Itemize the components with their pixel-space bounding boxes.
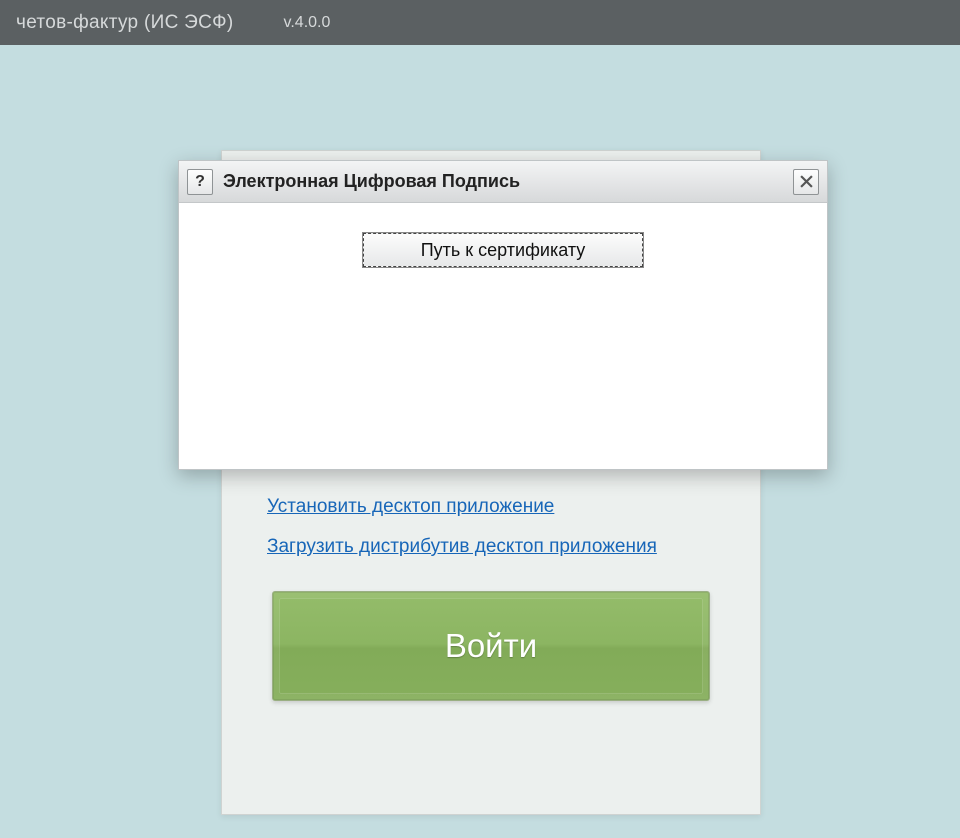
download-desktop-link[interactable]: Загрузить дистрибутив десктоп приложения <box>267 536 657 558</box>
dialog-title: Электронная Цифровая Подпись <box>223 171 783 192</box>
topbar: четов-фактур (ИС ЭСФ) v.4.0.0 <box>0 0 960 45</box>
help-icon: ? <box>195 173 205 191</box>
install-desktop-link[interactable]: Установить десктоп приложение <box>267 496 657 518</box>
certificate-path-label: Путь к сертификату <box>421 240 586 261</box>
dialog-titlebar[interactable]: ? Электронная Цифровая Подпись <box>179 161 827 203</box>
login-button[interactable]: Войти <box>272 591 710 701</box>
dialog-body: Путь к сертификату <box>179 203 827 469</box>
login-button-label: Войти <box>445 627 537 665</box>
close-icon <box>800 175 813 188</box>
app-version: v.4.0.0 <box>284 14 331 32</box>
login-links: Установить десктоп приложение Загрузить … <box>267 496 657 558</box>
help-button[interactable]: ? <box>187 169 213 195</box>
certificate-path-button[interactable]: Путь к сертификату <box>363 233 643 267</box>
app-title: четов-фактур (ИС ЭСФ) <box>16 12 234 34</box>
close-button[interactable] <box>793 169 819 195</box>
digital-signature-dialog: ? Электронная Цифровая Подпись Путь к се… <box>178 160 828 470</box>
